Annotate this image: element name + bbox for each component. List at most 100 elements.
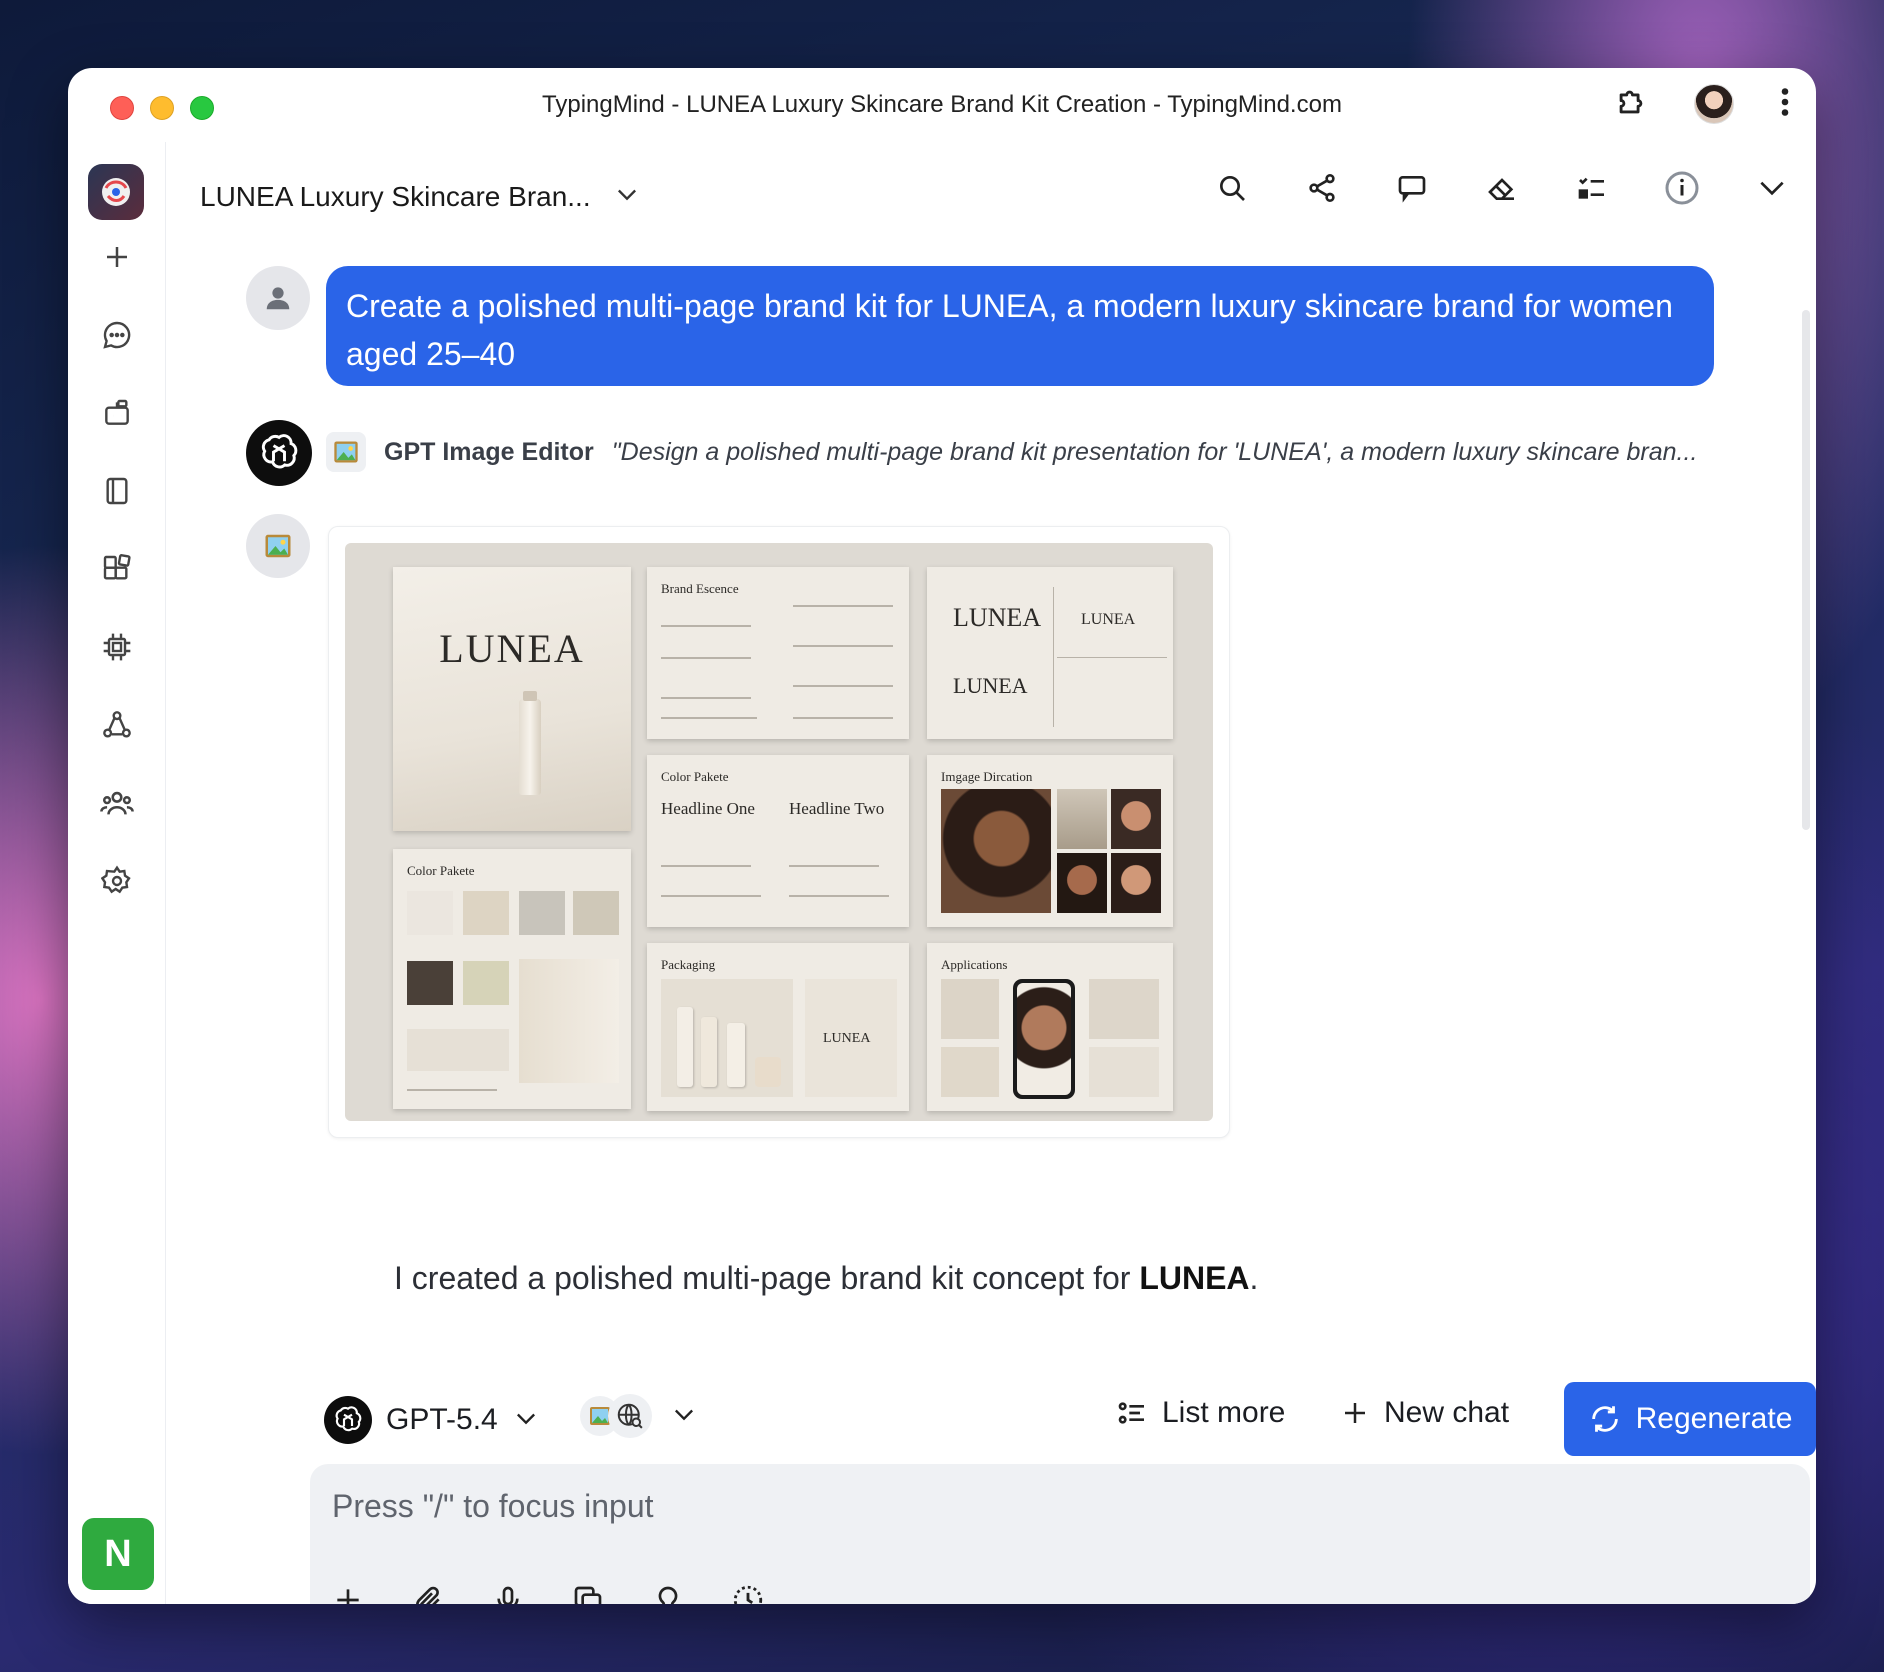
new-chat-label: New chat: [1384, 1396, 1510, 1429]
chat-action-toolbar: GPT-5.4 List more New chat Regenerate: [324, 1382, 1816, 1456]
model-chevron-down-icon: [512, 1404, 540, 1437]
headline-two: Headline Two: [789, 799, 885, 818]
model-label: GPT-5.4: [386, 1403, 498, 1436]
user-message-bubble: Create a polished multi-page brand kit f…: [326, 266, 1714, 386]
list-icon: [1118, 1402, 1144, 1424]
tool-call-row: GPT Image Editor "Design a polished mult…: [246, 420, 1716, 486]
chat-header: LUNEA Luxury Skincare Bran...: [200, 180, 641, 213]
tool-name: GPT Image Editor: [384, 437, 594, 466]
chevron-down-icon[interactable]: [613, 180, 641, 213]
close-window-button[interactable]: [110, 96, 134, 120]
image-tool-avatar: [246, 514, 310, 578]
message-composer: [310, 1464, 1810, 1604]
refresh-icon: [1591, 1406, 1618, 1432]
chats-icon[interactable]: [100, 318, 134, 352]
window-title: TypingMind - LUNEA Luxury Skincare Brand…: [542, 91, 1342, 118]
more-menu-icon[interactable]: [1780, 87, 1790, 122]
new-chat-button[interactable]: New chat: [1340, 1396, 1509, 1430]
generated-image-card[interactable]: LUNEA Brand Escence LUNEA LUNEA LUNEA Co…: [328, 526, 1230, 1138]
prompt-library-icon[interactable]: [100, 474, 134, 508]
brand-kit-image[interactable]: LUNEA Brand Escence LUNEA LUNEA LUNEA Co…: [345, 543, 1213, 1121]
imagery-direction-page: Imgage Dircation: [927, 755, 1173, 927]
search-icon[interactable]: [1214, 170, 1250, 206]
info-icon[interactable]: [1664, 170, 1700, 206]
web-search-plugin-icon: [608, 1394, 652, 1438]
list-more-label: List more: [1162, 1396, 1286, 1429]
model-selector[interactable]: GPT-5.4: [324, 1396, 540, 1444]
eraser-icon[interactable]: [1484, 170, 1520, 206]
enabled-plugins-icons: [580, 1394, 652, 1438]
knowledge-icon[interactable]: [100, 708, 134, 742]
add-plus-icon[interactable]: [330, 1582, 366, 1604]
maximize-window-button[interactable]: [190, 96, 214, 120]
app-window: TypingMind - LUNEA Luxury Skincare Brand…: [68, 68, 1816, 1604]
headline-one: Headline One: [661, 799, 755, 818]
regenerate-label: Regenerate: [1635, 1402, 1793, 1435]
response-suffix: .: [1249, 1260, 1259, 1296]
plus-icon: [1345, 1403, 1365, 1423]
regenerate-button[interactable]: Regenerate: [1564, 1382, 1816, 1456]
new-chat-plus-icon[interactable]: [100, 240, 134, 274]
user-initial-badge[interactable]: N: [82, 1518, 154, 1590]
chat-input[interactable]: [332, 1486, 1532, 1526]
collapse-chevron-icon[interactable]: [1754, 170, 1790, 206]
composer-tools: [330, 1582, 766, 1604]
applications-title: Applications: [941, 957, 1008, 972]
model-openai-icon: [324, 1396, 372, 1444]
attachment-paperclip-icon[interactable]: [410, 1582, 446, 1604]
logo-page: LUNEA LUNEA LUNEA: [927, 567, 1173, 739]
sidebar-nav: [68, 240, 166, 898]
chat-title[interactable]: LUNEA Luxury Skincare Bran...: [200, 181, 591, 213]
chat-header-actions: [1214, 170, 1790, 206]
packaging-title: Packaging: [661, 957, 716, 972]
imagery-title: Imgage Dircation: [941, 769, 1033, 784]
models-chip-icon[interactable]: [100, 630, 134, 664]
typography-page: Color Pakete Headline One Headline Two: [647, 755, 909, 927]
list-more-button[interactable]: List more: [1116, 1396, 1285, 1430]
minimize-window-button[interactable]: [150, 96, 174, 120]
user-avatar: [246, 266, 310, 330]
assistant-response-text: I created a polished multi-page brand ki…: [394, 1260, 1258, 1297]
typingmind-logo[interactable]: [88, 164, 144, 220]
left-sidebar: N: [68, 142, 166, 1604]
share-icon[interactable]: [1304, 170, 1340, 206]
color-palette-title-2: Color Pakete: [661, 769, 729, 784]
logo-wordmark-3: LUNEA: [953, 673, 1028, 698]
brand-essence-page: Brand Escence: [647, 567, 909, 739]
agents-icon[interactable]: [100, 396, 134, 430]
cover-wordmark: LUNEA: [439, 626, 585, 671]
tool-prompt: "Design a polished multi-page brand kit …: [611, 437, 1698, 466]
brand-essence-title: Brand Escence: [661, 581, 739, 596]
window-controls: [110, 96, 214, 120]
tool-call-summary[interactable]: GPT Image Editor "Design a polished mult…: [326, 432, 1716, 472]
profile-avatar[interactable]: [1694, 84, 1734, 124]
chat-main: LUNEA Luxury Skincare Bran... Create a p…: [166, 142, 1816, 1604]
logo-wordmark-1: LUNEA: [953, 603, 1042, 632]
prompt-library-copy-icon[interactable]: [570, 1582, 606, 1604]
response-bold-brand: LUNEA: [1139, 1260, 1250, 1296]
chat-scrollbar[interactable]: [1802, 310, 1810, 830]
plugins-selector[interactable]: [580, 1394, 698, 1438]
packaging-box-wordmark: LUNEA: [823, 1031, 871, 1046]
extension-puzzle-icon[interactable]: [1614, 85, 1648, 124]
fork-chat-icon[interactable]: [1394, 170, 1430, 206]
response-text: I created a polished multi-page brand ki…: [394, 1260, 1140, 1296]
settings-gear-icon[interactable]: [100, 864, 134, 898]
team-icon[interactable]: [100, 786, 134, 820]
title-bar: TypingMind - LUNEA Luxury Skincare Brand…: [68, 68, 1816, 142]
browser-controls: [1614, 84, 1790, 124]
plugins-chevron-down-icon: [670, 1400, 698, 1433]
microphone-icon[interactable]: [490, 1582, 526, 1604]
logo-wordmark-2: LUNEA: [1081, 611, 1136, 628]
applications-page: Applications: [927, 943, 1173, 1111]
openai-logo-icon: [246, 420, 312, 486]
checklist-icon[interactable]: [1574, 170, 1610, 206]
cover-page: LUNEA: [393, 567, 631, 831]
bottle-illustration: [519, 699, 541, 795]
color-palette-title-1: Color Pakete: [407, 863, 475, 878]
packaging-page: Packaging LUNEA: [647, 943, 909, 1111]
image-tool-icon: [326, 432, 366, 472]
plugins-icon[interactable]: [100, 552, 134, 586]
history-timer-icon[interactable]: [730, 1582, 766, 1604]
lightbulb-icon[interactable]: [650, 1582, 686, 1604]
